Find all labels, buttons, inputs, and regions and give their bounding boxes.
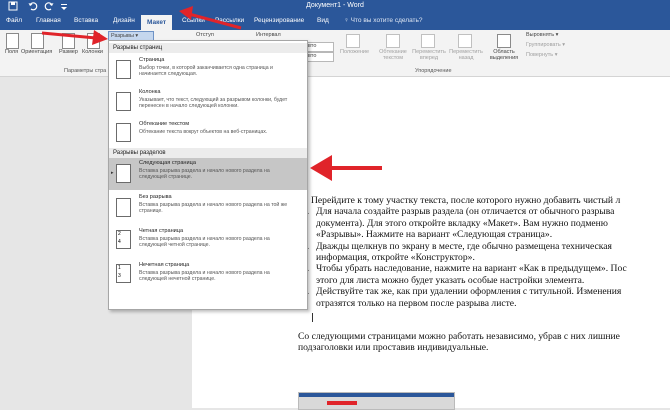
item-title: Следующая страница bbox=[139, 160, 196, 166]
title-bar: Документ1 - Word bbox=[0, 0, 670, 14]
group-button[interactable]: Группировать ▾ bbox=[526, 42, 565, 48]
break-page-item[interactable]: Страница Выбор точки, в которой заканчив… bbox=[109, 55, 307, 85]
list-line: «Разрывы». Нажмите на вариант «Следующая… bbox=[316, 229, 553, 241]
list-item-4: 4. Действуйте так же, как при удалении о… bbox=[302, 286, 670, 309]
item-title: Страница bbox=[139, 57, 165, 63]
break-even-page-item[interactable]: 2 4 Четная страница Вставка разрыва разд… bbox=[109, 226, 307, 258]
break-next-page-item[interactable]: ▸ Следующая страница Вставка разрыва раз… bbox=[109, 158, 307, 190]
tab-review[interactable]: Рецензирование bbox=[254, 17, 304, 24]
tab-file[interactable]: Файл bbox=[6, 17, 22, 24]
window-title: Документ1 - Word bbox=[306, 2, 364, 9]
thumb-number: 4 bbox=[118, 239, 121, 245]
item-desc: Вставка разрыва раздела и начало нового … bbox=[139, 168, 270, 181]
item-desc: Вставка разрыва раздела и начало нового … bbox=[139, 236, 270, 249]
page-setup-group-label: Параметры стра bbox=[64, 68, 107, 74]
next-page-break-icon bbox=[116, 164, 131, 183]
list-line: информация, откройте «Конструктор». bbox=[316, 252, 475, 264]
list-item-1: 1. Для начала создайте разрыв раздела (о… bbox=[302, 206, 670, 241]
break-odd-page-item[interactable]: 1 3 Нечетная страница Вставка разрыва ра… bbox=[109, 260, 307, 292]
list-line: Действуйте так же, как при удалении офор… bbox=[316, 286, 622, 298]
tell-me-search[interactable]: ♀ Что вы хотите сделать? bbox=[344, 17, 423, 24]
selection-pane-button[interactable]: Область выделения bbox=[489, 49, 519, 61]
arrange-group-label: Упорядочение bbox=[415, 68, 452, 74]
wrap-text-button[interactable]: Обтекание текстом bbox=[376, 49, 410, 61]
thumb-number: 2 bbox=[118, 231, 121, 237]
page-breaks-header: Разрывы страниц bbox=[109, 43, 307, 53]
text-wrapping-break-icon bbox=[116, 123, 131, 142]
wrap-text-icon[interactable] bbox=[386, 34, 400, 48]
spacing-label: Интервал bbox=[256, 32, 281, 38]
columns-button[interactable]: Колонки bbox=[82, 49, 103, 55]
even-page-break-icon: 2 4 bbox=[116, 230, 131, 249]
embedded-titlebar bbox=[299, 393, 454, 397]
arrow-to-breaks-button bbox=[41, 30, 108, 45]
caret-icon: ▸ bbox=[111, 170, 114, 176]
tab-design[interactable]: Дизайн bbox=[113, 17, 135, 24]
tab-view[interactable]: Вид bbox=[317, 17, 329, 24]
list-line: Чтобы убрать наследование, нажмите на ва… bbox=[316, 263, 627, 275]
bring-forward-icon[interactable] bbox=[421, 34, 435, 48]
list-line: Для начала создайте разрыв раздела (он о… bbox=[316, 206, 615, 218]
item-desc: Указывает, что текст, следующий за разры… bbox=[139, 97, 288, 110]
page-break-icon bbox=[116, 60, 131, 79]
item-desc: Обтекание текста вокруг объектов на веб-… bbox=[139, 129, 268, 135]
odd-page-break-icon: 1 3 bbox=[116, 264, 131, 283]
intro-line: Перейдите к тому участку текста, после к… bbox=[311, 195, 621, 206]
breaks-dropdown-menu: Разрывы страниц Страница Выбор точки, в … bbox=[108, 40, 308, 310]
item-desc: Выбор точки, в которой заканчивается одн… bbox=[139, 65, 273, 78]
column-break-icon bbox=[116, 92, 131, 111]
outro-line: Со следующими страницами можно работать … bbox=[298, 331, 620, 343]
item-title: Нечетная страница bbox=[139, 262, 190, 268]
item-desc: Вставка разрыва раздела и начало нового … bbox=[139, 270, 270, 283]
tab-layout[interactable]: Макет bbox=[141, 15, 173, 30]
list-line: Дважды щелкнув по экрану в месте, где об… bbox=[316, 240, 612, 252]
continuous-break-icon bbox=[116, 198, 131, 217]
list-line: документа). Для этого откройте вкладку «… bbox=[316, 217, 608, 229]
text-cursor bbox=[298, 309, 670, 323]
margins-button[interactable]: Поля bbox=[5, 49, 18, 55]
selection-pane-icon[interactable] bbox=[497, 34, 511, 48]
thumb-number: 3 bbox=[118, 273, 121, 279]
send-backward-icon[interactable] bbox=[458, 34, 472, 48]
break-text-wrapping-item[interactable]: Обтекание текстом Обтекание текста вокру… bbox=[109, 119, 307, 147]
item-title: Без разрыва bbox=[139, 194, 172, 200]
list-item-2: 2. Дважды щелкнув по экрану в месте, где… bbox=[302, 240, 670, 264]
break-column-item[interactable]: Колонка Указывает, что текст, следующий … bbox=[109, 87, 307, 117]
list-item-3: 3. Чтобы убрать наследование, нажмите на… bbox=[302, 263, 670, 286]
item-title: Колонка bbox=[139, 89, 161, 95]
item-title: Обтекание текстом bbox=[139, 121, 190, 127]
thumb-number: 1 bbox=[118, 265, 121, 271]
size-button[interactable]: Размер bbox=[59, 49, 78, 55]
outro-line: подзаголовки или проставив индивидуальны… bbox=[298, 342, 489, 354]
embedded-arrow bbox=[327, 401, 357, 405]
embedded-screenshot bbox=[298, 392, 455, 410]
section-breaks-header: Разрывы разделов bbox=[109, 148, 307, 158]
break-continuous-item[interactable]: Без разрыва Вставка разрыва раздела и на… bbox=[109, 192, 307, 224]
tab-insert[interactable]: Вставка bbox=[74, 17, 98, 24]
tab-home[interactable]: Главная bbox=[36, 17, 61, 24]
margins-icon[interactable] bbox=[6, 33, 19, 49]
position-icon[interactable] bbox=[346, 34, 360, 48]
list-line: отразятся только на первом после разрыва… bbox=[316, 297, 517, 309]
rotate-button[interactable]: Повернуть ▾ bbox=[526, 52, 557, 58]
arrow-to-next-page-item bbox=[310, 155, 382, 181]
send-backward-button[interactable]: Переместить назад bbox=[448, 49, 484, 61]
arrow-to-layout-tab bbox=[179, 6, 242, 30]
align-button[interactable]: Выровнять ▾ bbox=[526, 32, 558, 38]
position-button[interactable]: Положение bbox=[340, 49, 369, 55]
item-title: Четная страница bbox=[139, 228, 184, 234]
breaks-label: Разрывы ▾ bbox=[111, 33, 139, 39]
bring-forward-button[interactable]: Переместить вперед bbox=[411, 49, 447, 61]
item-desc: Вставка разрыва раздела и начало нового … bbox=[139, 202, 288, 215]
orientation-button[interactable]: Ориентация bbox=[21, 49, 52, 55]
list-line: этого для листа можно будет указать особ… bbox=[316, 274, 585, 286]
document-body[interactable]: Перейдите к тому участку текста, после к… bbox=[298, 195, 670, 354]
